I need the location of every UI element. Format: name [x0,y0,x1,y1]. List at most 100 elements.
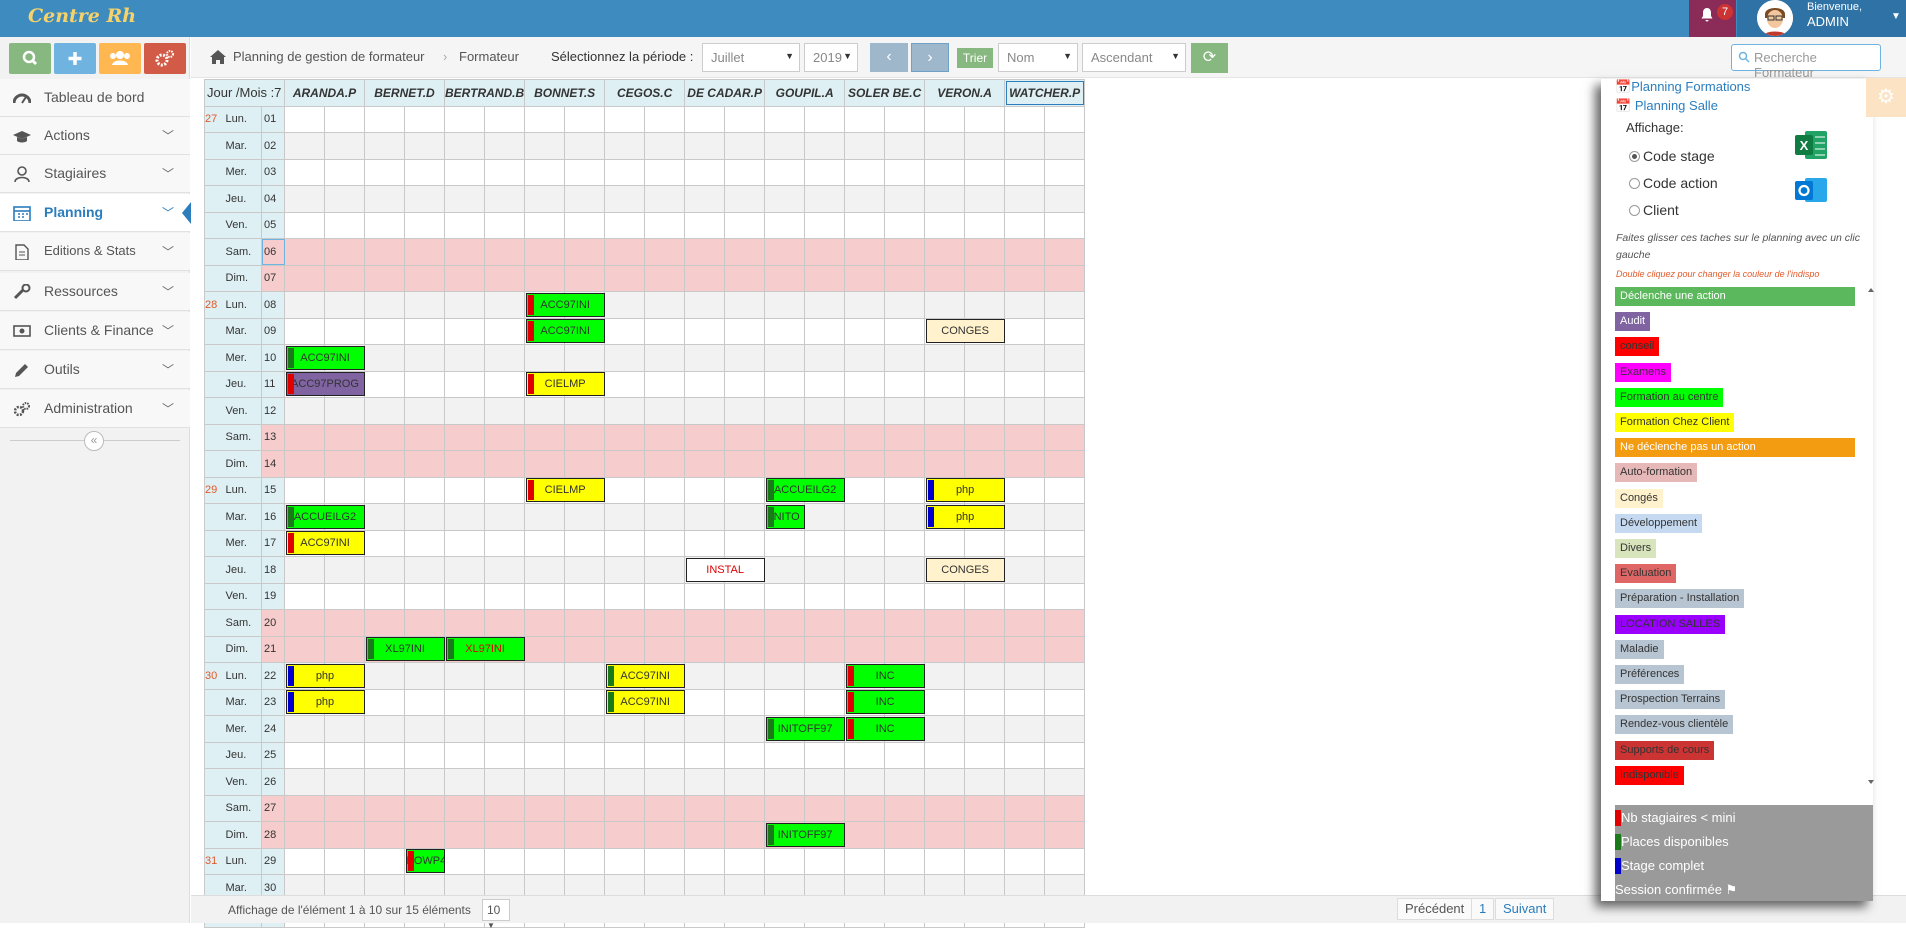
planning-event[interactable]: ACC97INI [605,690,685,714]
planning-cell[interactable] [364,582,405,610]
planning-cell[interactable] [844,582,886,610]
planning-cell[interactable] [564,423,606,451]
planning-cell[interactable] [684,609,726,637]
planning-cell[interactable] [604,821,646,849]
planning-event[interactable]: ACCUEILG2 [765,478,845,502]
planning-cell[interactable] [443,105,486,133]
quick-search-button[interactable] [9,43,51,74]
planning-cell[interactable] [684,794,726,822]
planning-cell[interactable] [324,264,365,292]
planning-cell[interactable] [404,132,445,160]
planning-cell[interactable] [724,741,766,769]
planning-cell[interactable] [724,423,766,451]
planning-cell[interactable] [443,768,486,796]
planning-cell[interactable] [364,105,405,133]
radio-code-action[interactable] [1629,178,1640,189]
planning-cell[interactable] [364,556,405,584]
planning-cell[interactable] [443,264,486,292]
planning-cell[interactable] [1044,662,1086,690]
planning-cell[interactable] [564,741,606,769]
planning-cell[interactable] [443,185,486,213]
planning-cell[interactable] [443,238,486,266]
planning-cell[interactable] [644,344,686,372]
planning-cell[interactable] [324,132,365,160]
planning-cell[interactable] [964,211,1006,239]
planning-cell[interactable] [364,662,405,690]
planning-cell[interactable] [924,211,966,239]
planning-cell[interactable] [484,847,526,875]
planning-cell[interactable] [764,238,806,266]
planning-cell[interactable] [644,450,686,478]
planning-event[interactable]: php [285,690,365,714]
planning-cell[interactable] [884,317,926,345]
planning-cell[interactable] [764,211,806,239]
collapse-sidebar-button[interactable]: « [84,431,104,451]
planning-cell[interactable] [724,397,766,425]
planning-cell[interactable] [324,158,365,186]
planning-cell[interactable] [604,556,646,584]
planning-cell[interactable] [684,317,726,345]
planning-cell[interactable] [1044,794,1086,822]
planning-cell[interactable] [404,662,445,690]
planning-cell[interactable] [1044,264,1086,292]
planning-cell[interactable] [364,609,405,637]
planning-cell[interactable] [284,158,325,186]
planning-cell[interactable] [1044,317,1086,345]
quick-settings-button[interactable] [144,43,186,74]
planning-cell[interactable] [644,132,686,160]
legend-task-item[interactable]: Indisponible [1615,765,1684,785]
planning-cell[interactable] [644,211,686,239]
planning-cell[interactable] [404,821,445,849]
planning-cell[interactable] [724,794,766,822]
legend-task-item[interactable]: Maladie [1615,639,1664,659]
planning-cell[interactable] [404,397,445,425]
planning-cell[interactable] [804,768,846,796]
planning-cell[interactable] [764,794,806,822]
planning-event[interactable]: ACC97PROG [285,372,365,396]
planning-cell[interactable] [524,264,566,292]
planning-cell[interactable] [324,185,365,213]
planning-cell[interactable] [284,132,325,160]
planning-cell[interactable] [1044,635,1086,663]
planning-cell[interactable] [1044,476,1086,504]
planning-cell[interactable] [884,794,926,822]
planning-cell[interactable] [364,768,405,796]
planning-cell[interactable] [724,662,766,690]
planning-cell[interactable] [644,476,686,504]
planning-cell[interactable] [1004,529,1046,557]
planning-cell[interactable] [764,556,806,584]
planning-cell[interactable] [764,768,806,796]
planning-cell[interactable] [644,529,686,557]
planning-cell[interactable] [524,715,566,743]
planning-cell[interactable] [724,821,766,849]
planning-cell[interactable] [924,423,966,451]
planning-cell[interactable] [484,291,526,319]
planning-cell[interactable] [1004,423,1046,451]
planning-cell[interactable] [324,317,365,345]
sidebar-item-editions[interactable]: Editions & Stats ﹀ [0,233,190,271]
legend-task-item[interactable]: Congés [1615,488,1663,508]
planning-cell[interactable] [484,688,526,716]
planning-cell[interactable] [443,423,486,451]
legend-task-item[interactable]: Auto-formation [1615,463,1698,483]
planning-event[interactable]: ACC97INI [525,319,605,343]
planning-cell[interactable] [484,821,526,849]
planning-cell[interactable] [284,317,325,345]
planning-cell[interactable] [324,423,365,451]
planning-cell[interactable] [924,794,966,822]
planning-cell[interactable] [484,344,526,372]
planning-cell[interactable] [484,105,526,133]
planning-cell[interactable] [764,582,806,610]
planning-cell[interactable] [404,794,445,822]
settings-toggle-button[interactable]: ⚙ [1866,78,1906,117]
planning-cell[interactable] [724,450,766,478]
planning-cell[interactable] [404,344,445,372]
planning-cell[interactable] [1004,105,1046,133]
planning-cell[interactable] [404,185,445,213]
legend-task-item[interactable]: Examens [1615,362,1671,382]
planning-cell[interactable] [1044,211,1086,239]
planning-cell[interactable] [604,238,646,266]
planning-cell[interactable] [284,741,325,769]
planning-cell[interactable] [764,317,806,345]
planning-cell[interactable] [364,397,405,425]
